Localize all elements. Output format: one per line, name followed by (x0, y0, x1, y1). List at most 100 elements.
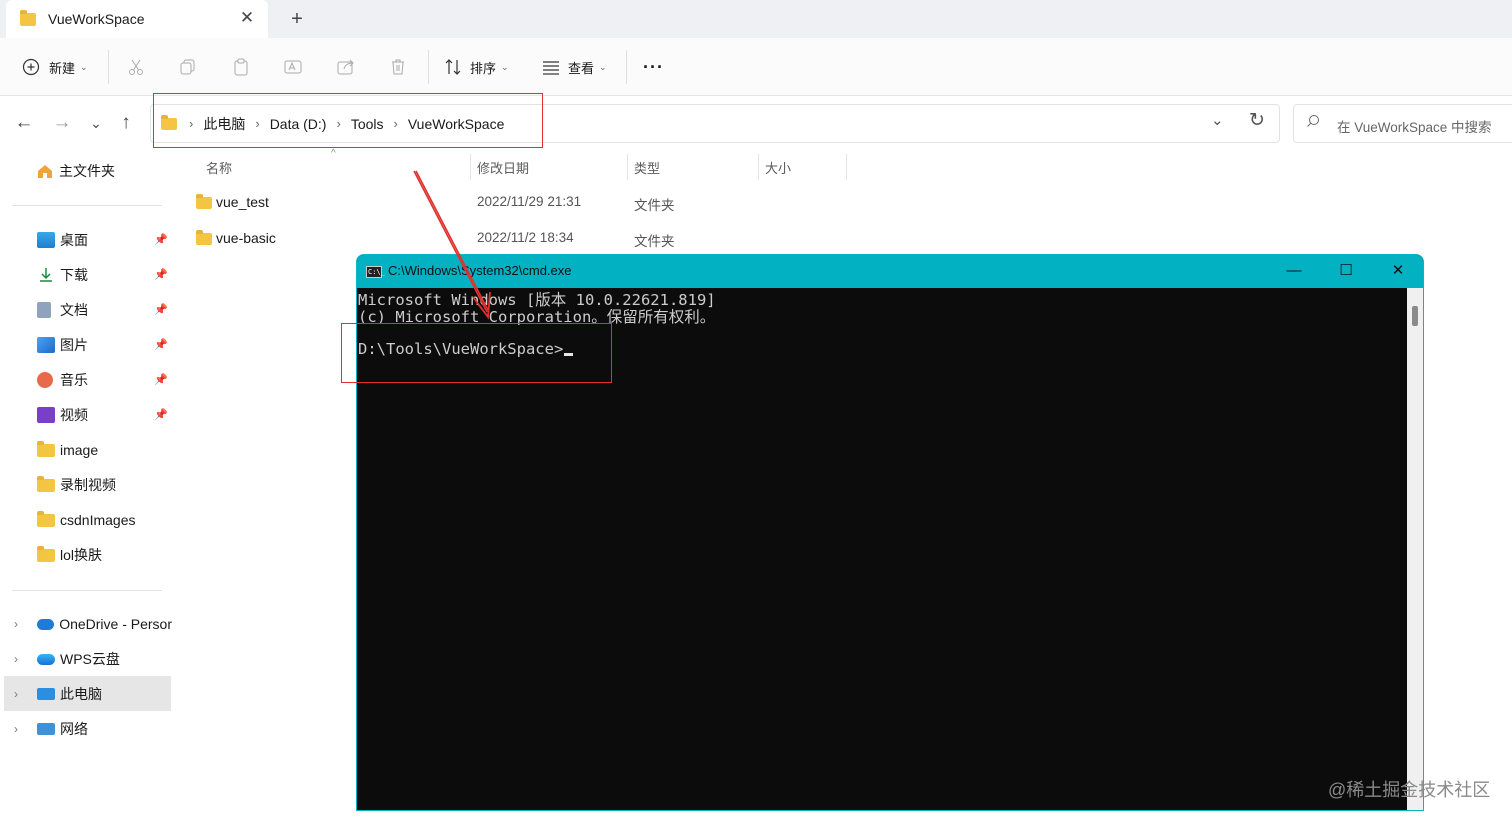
file-type: 文件夹 (634, 198, 675, 213)
sidebar-item-documents[interactable]: 文档 (37, 293, 172, 327)
sort-icon (445, 59, 461, 75)
copy-button[interactable] (178, 38, 198, 96)
refresh-icon[interactable]: ↻ (1249, 109, 1265, 132)
back-arrow-icon[interactable]: ← (12, 110, 36, 136)
folder-icon (37, 545, 55, 562)
column-divider[interactable] (627, 154, 628, 180)
forward-arrow-icon[interactable]: → (50, 110, 74, 136)
cut-button[interactable] (126, 38, 146, 96)
divider (626, 50, 627, 84)
sort-button[interactable]: 排序 ⌄ (443, 38, 509, 96)
search-input[interactable]: 在 VueWorkSpace 中搜索 (1293, 104, 1512, 143)
chevron-down-icon: ⌄ (80, 61, 88, 72)
music-icon (37, 372, 53, 388)
pin-icon[interactable]: 📌 (154, 233, 168, 246)
home-icon (38, 165, 52, 178)
sidebar-item-network[interactable]: 网络 (37, 712, 172, 746)
pin-icon[interactable]: 📌 (154, 373, 168, 386)
column-header-size[interactable]: 大小 (765, 158, 791, 180)
sort-label: 排序 (470, 60, 497, 76)
column-header-type[interactable]: 类型 (634, 158, 660, 180)
sidebar-item-downloads[interactable]: 下载 (37, 258, 172, 292)
sidebar-divider (12, 590, 162, 591)
view-button[interactable]: 查看 ⌄ (541, 38, 607, 96)
divider (108, 50, 109, 84)
sidebar-item-recordings[interactable]: 录制视频 (37, 468, 172, 502)
desktop-icon (37, 232, 55, 248)
sidebar-item-lol-skins[interactable]: lol换肤 (37, 538, 172, 572)
expand-chevron-icon[interactable]: › (14, 722, 18, 736)
sidebar-item-csdnimages[interactable]: csdnImages (37, 503, 172, 537)
network-icon (37, 723, 55, 735)
sidebar-item-wps-cloud[interactable]: WPS云盘 (37, 642, 172, 676)
up-arrow-icon[interactable]: ↑ (114, 110, 138, 136)
file-type: 文件夹 (634, 234, 675, 249)
sidebar-item-videos[interactable]: 视频 (37, 398, 172, 432)
minimize-button[interactable]: — (1279, 260, 1309, 282)
copy-icon (180, 59, 195, 75)
video-icon (37, 407, 55, 423)
list-item[interactable]: vue_test 2022/11/29 21:31 文件夹 (186, 186, 846, 220)
list-item[interactable]: vue-basic 2022/11/2 18:34 文件夹 (186, 222, 846, 256)
scissors-icon (129, 59, 143, 75)
sidebar-item-music[interactable]: 音乐 (37, 363, 172, 397)
sidebar-item-label: OneDrive - Persor (59, 616, 172, 632)
paste-button[interactable] (231, 38, 251, 96)
pin-icon[interactable]: 📌 (154, 303, 168, 316)
toolbar: 新建 ⌄ 排序 ⌄ 查看 ⌄ ··· (0, 38, 1512, 96)
sidebar-item-label: 网络 (60, 721, 88, 737)
expand-chevron-icon[interactable]: › (14, 617, 18, 631)
cmd-app-icon: C:\_ (366, 266, 385, 278)
rename-button[interactable] (283, 38, 303, 96)
new-button[interactable]: 新建 ⌄ (22, 38, 88, 96)
scrollbar-thumb[interactable] (1412, 306, 1418, 326)
expand-chevron-icon[interactable]: › (14, 652, 18, 666)
address-history-chevron-icon[interactable]: ⌄ (1211, 111, 1224, 129)
column-header-name[interactable]: 名称 (206, 158, 232, 180)
sort-caret-icon: ^ (331, 148, 336, 159)
sidebar-item-desktop[interactable]: 桌面 (37, 223, 172, 257)
close-button[interactable]: ✕ (1383, 260, 1413, 282)
sidebar-item-onedrive[interactable]: OneDrive - Persor (37, 607, 172, 641)
delete-button[interactable] (388, 38, 408, 96)
cmd-titlebar[interactable]: C:\_ C:\Windows\System32\cmd.exe — ☐ ✕ (357, 255, 1423, 288)
maximize-button[interactable]: ☐ (1331, 260, 1361, 282)
sidebar-item-label: 图片 (60, 337, 88, 353)
file-name: vue_test (216, 194, 269, 210)
new-label: 新建 (49, 60, 76, 76)
rename-icon (284, 60, 302, 74)
sidebar-item-label: 桌面 (60, 232, 88, 248)
sidebar-divider (12, 205, 162, 206)
column-divider[interactable] (846, 154, 847, 180)
scrollbar[interactable] (1407, 288, 1423, 810)
sidebar-item-image[interactable]: image (37, 433, 172, 467)
folder-icon (20, 9, 36, 26)
sidebar-item-this-pc[interactable]: 此电脑 (37, 677, 167, 711)
cmd-title: C:\Windows\System32\cmd.exe (388, 263, 572, 278)
column-divider[interactable] (758, 154, 759, 180)
column-divider[interactable] (470, 154, 471, 180)
column-header-date[interactable]: 修改日期 (477, 158, 529, 180)
pin-icon[interactable]: 📌 (154, 408, 168, 421)
sidebar-item-label: WPS云盘 (60, 651, 120, 667)
recent-chevron-icon[interactable]: ⌄ (84, 110, 108, 136)
sidebar-item-pictures[interactable]: 图片 (37, 328, 172, 362)
share-button[interactable] (336, 38, 356, 96)
sidebar-item-label: 此电脑 (60, 686, 102, 702)
folder-icon (196, 194, 212, 209)
search-placeholder: 在 VueWorkSpace 中搜索 (1337, 120, 1492, 135)
expand-chevron-icon[interactable]: › (14, 687, 18, 701)
folder-icon (37, 510, 55, 527)
tab-strip: VueWorkSpace ✕ + (0, 0, 1512, 38)
sidebar-item-home[interactable]: 主文件夹 (36, 154, 172, 188)
pin-icon[interactable]: 📌 (154, 268, 168, 281)
close-tab-icon[interactable]: ✕ (238, 9, 256, 27)
new-tab-button[interactable]: + (286, 8, 308, 30)
tab-vueworkspace[interactable]: VueWorkSpace ✕ (6, 0, 268, 38)
view-label: 查看 (568, 60, 595, 76)
more-options-button[interactable]: ··· (643, 38, 664, 96)
folder-icon (37, 475, 55, 492)
sidebar-item-label: 文档 (60, 302, 88, 318)
sidebar-item-label: csdnImages (60, 512, 136, 528)
pin-icon[interactable]: 📌 (154, 338, 168, 351)
